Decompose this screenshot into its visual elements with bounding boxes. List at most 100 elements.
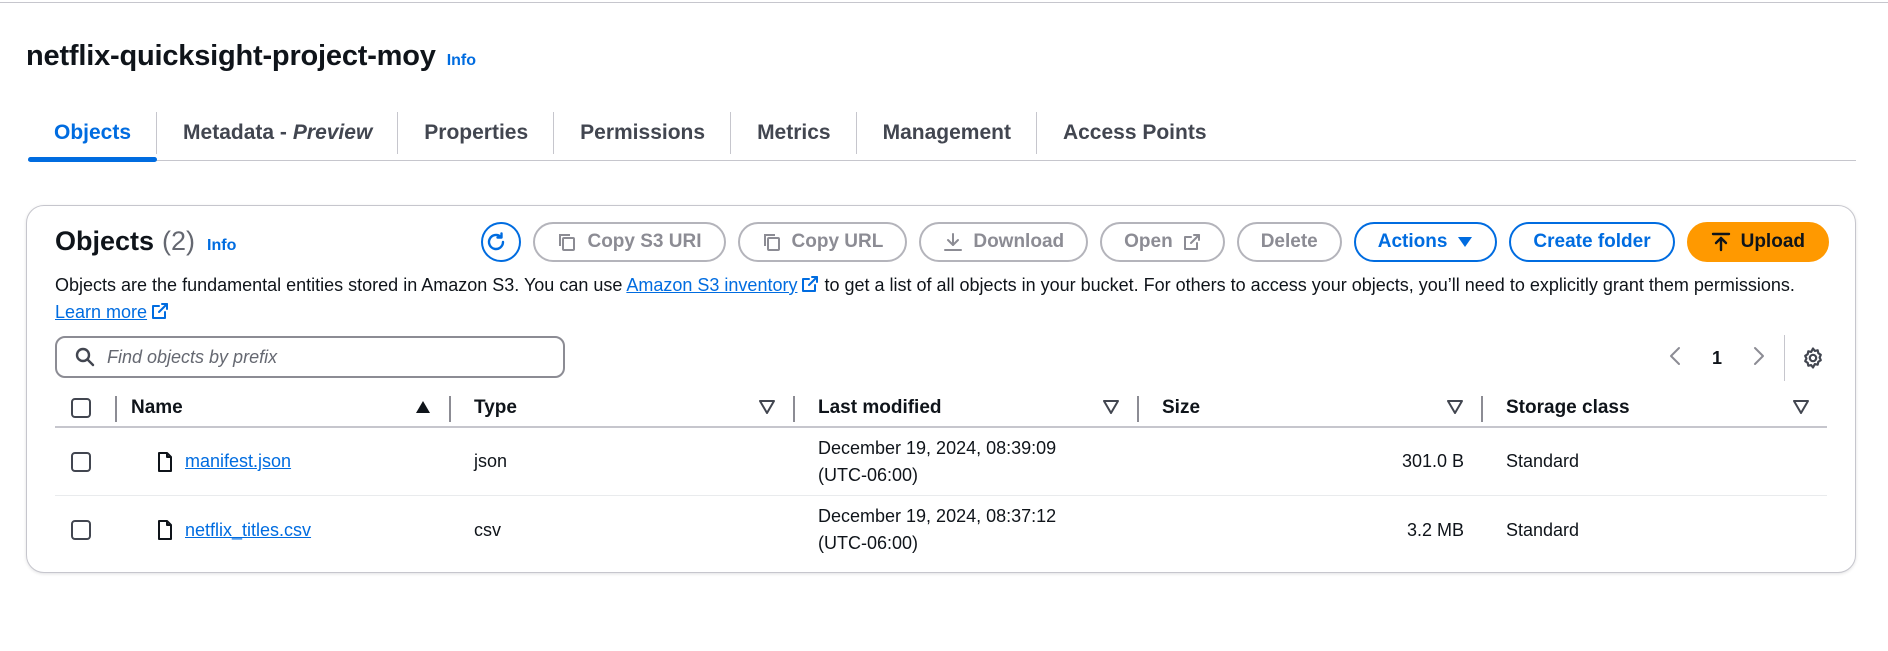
table-header-row: Name Type Last modified Size Storage cla…: [55, 390, 1827, 428]
copy-url-label: Copy URL: [791, 231, 884, 252]
external-link-icon: [1183, 234, 1200, 250]
actions-label: Actions: [1377, 231, 1448, 252]
name-cell: netflix_titles.csv: [157, 496, 311, 564]
learn-more-link-label: Learn more: [55, 302, 148, 322]
last-modified-cell: December 19, 2024, 08:39:09 (UTC-06:00): [818, 428, 1056, 495]
tab-metadata-suffix: Preview: [292, 121, 373, 144]
pagination: 1: [1660, 335, 1825, 381]
download-label: Download: [973, 231, 1065, 252]
table-row[interactable]: netflix_titles.csv csv December 19, 2024…: [55, 496, 1827, 564]
column-header-name[interactable]: Name: [131, 390, 183, 426]
description-text-2: to get a list of all objects in your buc…: [819, 275, 1795, 295]
open-button[interactable]: Open: [1100, 222, 1225, 262]
create-folder-label: Create folder: [1533, 231, 1651, 252]
tab-objects-label: Objects: [54, 121, 132, 144]
last-modified-date: December 19, 2024, 08:39:09: [818, 437, 1057, 458]
select-all-checkbox[interactable]: [71, 398, 91, 418]
objects-toolbar: Copy S3 URI Copy URL Download Open Delet…: [481, 222, 1829, 262]
copy-icon: [763, 234, 780, 251]
select-all-cell: [71, 390, 91, 426]
file-icon: [158, 520, 172, 540]
objects-panel-title: Objects: [55, 226, 155, 256]
last-modified-timezone: (UTC-06:00): [818, 464, 919, 485]
tab-management[interactable]: Management: [857, 106, 1037, 161]
actions-dropdown-button[interactable]: Actions: [1353, 222, 1498, 262]
column-divider: [115, 396, 117, 422]
bucket-tabs: Objects Metadata - Preview Properties Per…: [28, 106, 1856, 162]
chevron-right-icon: [1754, 346, 1764, 365]
current-page[interactable]: 1: [1712, 348, 1722, 369]
tab-permissions[interactable]: Permissions: [554, 106, 732, 161]
external-link-icon: [152, 303, 169, 319]
search-input[interactable]: [107, 346, 527, 368]
column-header-size[interactable]: Size: [1162, 390, 1200, 426]
row-select-cell: [71, 428, 91, 495]
download-button[interactable]: Download: [919, 222, 1089, 262]
copy-url-button[interactable]: Copy URL: [737, 222, 908, 262]
refresh-icon: [488, 232, 505, 251]
pagination-divider: [1784, 335, 1785, 381]
sort-icon[interactable]: [1447, 400, 1463, 419]
column-header-storage-class[interactable]: Storage class: [1506, 390, 1630, 426]
type-cell: json: [474, 451, 508, 471]
download-icon: [944, 233, 963, 251]
bucket-info-link[interactable]: Info: [447, 52, 476, 70]
objects-panel: Objects (2) Info Copy S3 URI Copy URL Do…: [26, 205, 1856, 573]
tab-permissions-label: Permissions: [580, 121, 706, 144]
column-header-type[interactable]: Type: [474, 390, 517, 426]
tab-objects[interactable]: Objects: [28, 106, 158, 162]
tab-metrics-label: Metrics: [757, 121, 831, 144]
last-modified-cell: December 19, 2024, 08:37:12 (UTC-06:00): [818, 496, 1056, 564]
objects-description: Objects are the fundamental entities sto…: [55, 272, 1845, 326]
search-field[interactable]: [55, 336, 565, 378]
description-text-1: Objects are the fundamental entities sto…: [55, 275, 627, 295]
row-checkbox[interactable]: [71, 520, 91, 540]
preferences-button[interactable]: [1801, 346, 1825, 370]
learn-more-link[interactable]: Learn more: [55, 302, 169, 322]
last-modified-timezone: (UTC-06:00): [818, 533, 919, 553]
tab-properties-label: Properties: [424, 121, 529, 144]
upload-button[interactable]: Upload: [1686, 222, 1829, 262]
object-name-link[interactable]: netflix_titles.csv: [185, 520, 311, 541]
create-folder-button[interactable]: Create folder: [1509, 222, 1675, 262]
objects-count: (2): [162, 226, 196, 256]
s3-inventory-link-label: Amazon S3 inventory: [626, 275, 798, 295]
file-icon: [158, 451, 172, 472]
delete-button[interactable]: Delete: [1236, 222, 1342, 262]
tab-access-points-label: Access Points: [1062, 121, 1207, 144]
tab-metadata[interactable]: Metadata - Preview: [157, 106, 399, 161]
table-row[interactable]: manifest.json json December 19, 2024, 08…: [55, 428, 1827, 496]
column-divider[interactable]: [1137, 396, 1139, 422]
caret-down-icon: [1458, 237, 1473, 247]
bucket-header: netflix-quicksight-project-moy Info: [26, 40, 476, 73]
row-checkbox[interactable]: [71, 451, 91, 472]
top-divider: [0, 2, 1888, 3]
storage-class-cell: Standard: [1506, 451, 1580, 471]
delete-label: Delete: [1260, 231, 1318, 252]
copy-s3-uri-button[interactable]: Copy S3 URI: [533, 222, 726, 262]
sort-icon[interactable]: [759, 400, 775, 419]
tab-properties[interactable]: Properties: [398, 106, 555, 161]
bucket-title: netflix-quicksight-project-moy: [26, 40, 436, 72]
column-header-last-modified[interactable]: Last modified: [818, 390, 942, 426]
tab-metrics[interactable]: Metrics: [731, 106, 857, 161]
column-divider[interactable]: [1481, 396, 1483, 422]
column-divider[interactable]: [793, 396, 795, 422]
sort-ascending-icon[interactable]: [415, 400, 431, 419]
tab-metadata-label: Metadata -: [183, 121, 287, 144]
objects-table: Name Type Last modified Size Storage cla…: [55, 390, 1827, 564]
s3-inventory-link[interactable]: Amazon S3 inventory: [626, 275, 819, 295]
size-cell: 3.2 MB: [1406, 519, 1464, 540]
objects-info-link[interactable]: Info: [207, 237, 236, 255]
column-divider[interactable]: [449, 396, 451, 422]
storage-class-cell: Standard: [1506, 519, 1580, 540]
sort-icon[interactable]: [1103, 400, 1119, 419]
last-modified-date: December 19, 2024, 08:37:12: [818, 506, 1057, 526]
tab-access-points[interactable]: Access Points: [1037, 106, 1233, 161]
upload-icon: [1711, 232, 1730, 252]
refresh-button[interactable]: [481, 222, 522, 262]
sort-icon[interactable]: [1793, 400, 1809, 419]
object-name-link[interactable]: manifest.json: [185, 451, 291, 472]
prev-page-button[interactable]: [1660, 346, 1690, 371]
next-page-button[interactable]: [1744, 346, 1774, 371]
